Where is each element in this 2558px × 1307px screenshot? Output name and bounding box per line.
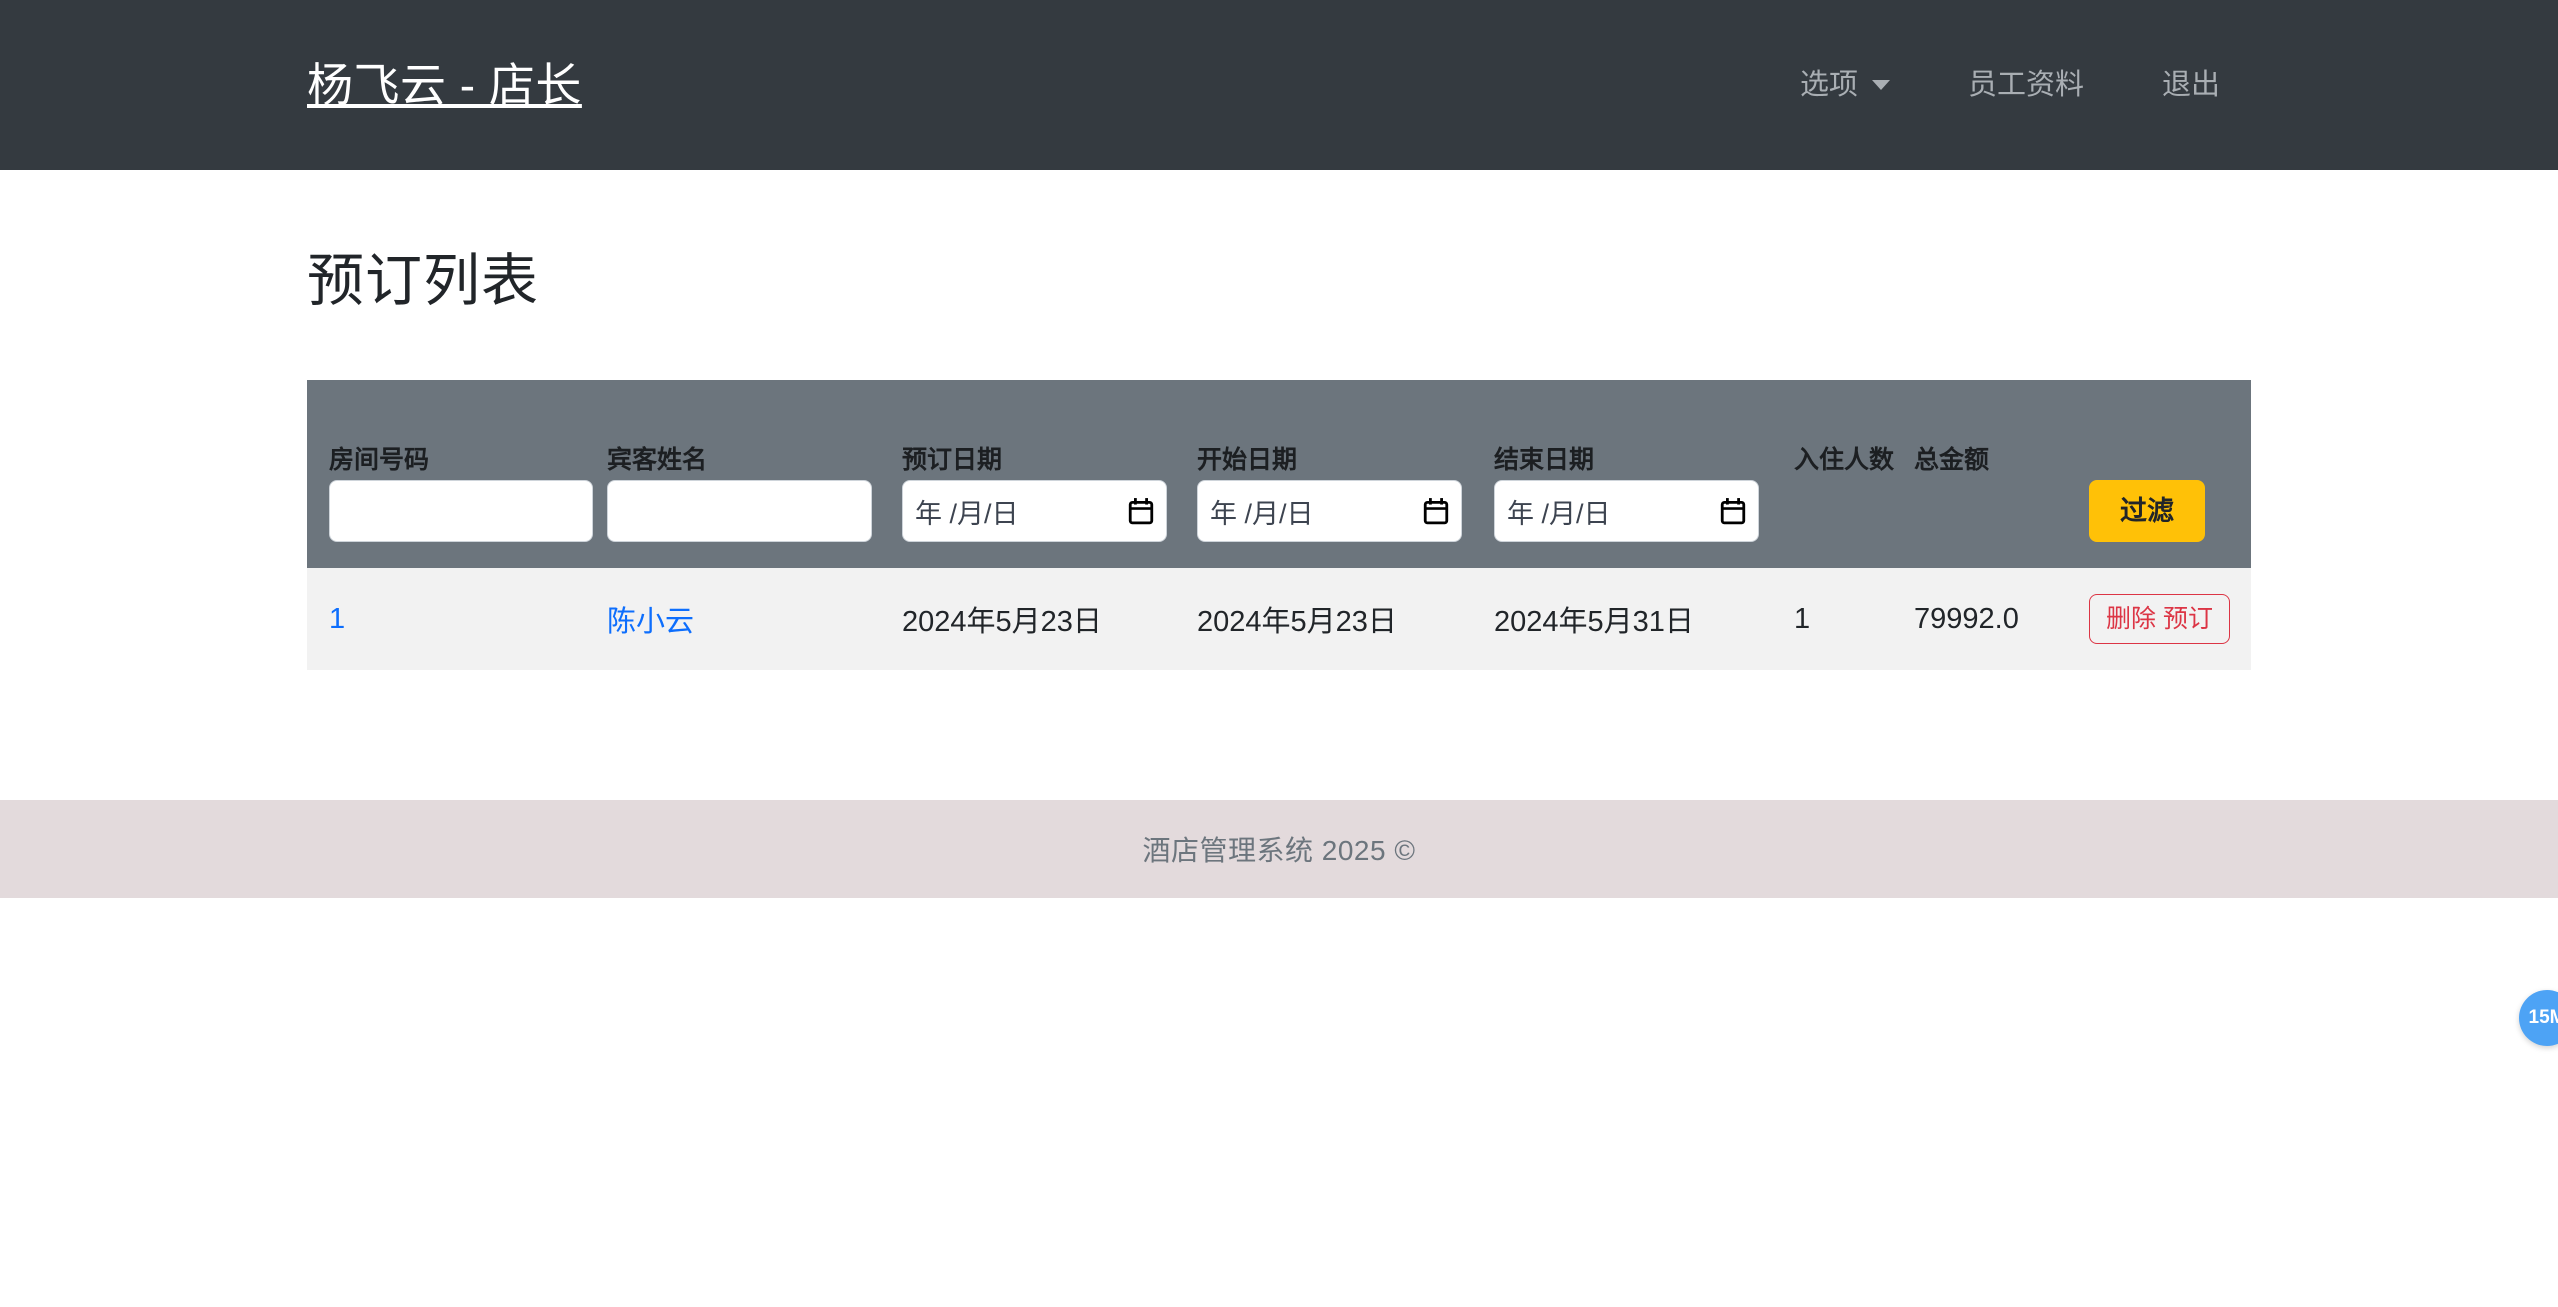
filter-cell-booked-date: 年 /月/日 — [902, 480, 1197, 569]
cell-guest-name: 陈小云 — [607, 568, 902, 670]
calendar-icon[interactable] — [1423, 497, 1449, 525]
nav-item-options[interactable]: 选项 — [1772, 68, 1918, 101]
footer-copyright: 酒店管理系统 2025 © — [1142, 835, 1416, 866]
cell-room-number: 1 — [307, 568, 607, 670]
table-row: 1 陈小云 2024年5月23日 2024年5月23日 2024年5月31日 1… — [307, 568, 2251, 671]
cell-occupancy: 1 — [1794, 602, 1811, 635]
cell-start-date: 2024年5月23日 — [1197, 606, 1397, 639]
floating-timer-badge[interactable]: 15M — [2519, 990, 2558, 1046]
nav-item-staff-profile[interactable]: 员工资料 — [1940, 70, 2112, 100]
column-header-total-amount: 总金额 — [1914, 446, 1990, 475]
column-header-guest-name: 宾客姓名 — [607, 446, 708, 475]
bookings-table-head: 房间号码 宾客姓名 预订日期 开始日期 结束日期 入住人数 总金额 年 /月/日… — [307, 380, 2251, 569]
column-header-occupancy: 入住人数 — [1794, 446, 1895, 475]
cell-end-date: 2024年5月31日 — [1494, 606, 1694, 639]
nav-item-logout[interactable]: 退出 — [2134, 70, 2248, 100]
cell-total-amount: 79992.0 — [1914, 602, 2019, 635]
page-footer: 酒店管理系统 2025 © — [0, 800, 2558, 898]
guest-name-filter-input[interactable] — [607, 480, 872, 543]
filter-cell-submit: 过滤 — [2089, 480, 2251, 569]
column-header-booked-date: 预订日期 — [902, 446, 1003, 475]
bookings-table-wrapper: 房间号码 宾客姓名 预订日期 开始日期 结束日期 入住人数 总金额 年 /月/日… — [307, 380, 2251, 671]
nav-item-options-label: 选项 — [1799, 68, 1858, 101]
cell-booked-date: 2024年5月23日 — [902, 606, 1102, 639]
navbar-links: 选项 员工资料 退出 — [1772, 68, 2558, 101]
bookings-table: 房间号码 宾客姓名 预订日期 开始日期 结束日期 入住人数 总金额 年 /月/日… — [307, 380, 2251, 671]
cell-actions: 删除 预订 — [2089, 568, 2251, 670]
page-title: 预订列表 — [307, 249, 539, 313]
calendar-icon[interactable] — [1128, 497, 1154, 525]
booked-date-filter-input[interactable]: 年 /月/日 — [902, 480, 1167, 543]
filter-cell-occupancy — [1794, 480, 1914, 569]
filter-cell-total-amount — [1914, 480, 2089, 569]
calendar-icon[interactable] — [1720, 497, 1746, 525]
filter-cell-end-date: 年 /月/日 — [1494, 480, 1794, 569]
column-header-end-date: 结束日期 — [1494, 446, 1595, 475]
guest-name-link[interactable]: 陈小云 — [607, 606, 694, 638]
booked-date-placeholder: 年 /月/日 — [915, 498, 1019, 529]
top-navbar: 杨飞云 - 店长 选项 员工资料 退出 — [0, 0, 2558, 170]
room-number-filter-input[interactable] — [329, 480, 593, 543]
start-date-filter-input[interactable]: 年 /月/日 — [1197, 480, 1462, 543]
table-filter-row: 年 /月/日 年 /月/日 年 /月/日 过滤 — [307, 480, 2251, 569]
filter-cell-start-date: 年 /月/日 — [1197, 480, 1494, 569]
navbar-brand[interactable]: 杨飞云 - 店长 — [307, 62, 582, 108]
filter-button[interactable]: 过滤 — [2089, 480, 2205, 543]
filter-cell-room — [307, 480, 607, 569]
main-container: 预订列表 房间号码 宾客姓名 预订日期 开始日期 结束日期 入住人数 总金额 年… — [0, 170, 2558, 671]
table-header-row: 房间号码 宾客姓名 预订日期 开始日期 结束日期 入住人数 总金额 — [307, 380, 2251, 481]
end-date-filter-input[interactable]: 年 /月/日 — [1494, 480, 1759, 543]
filter-cell-guest — [607, 480, 902, 569]
bookings-table-body: 1 陈小云 2024年5月23日 2024年5月23日 2024年5月31日 1… — [307, 568, 2251, 671]
column-header-start-date: 开始日期 — [1197, 446, 1298, 475]
room-number-link[interactable]: 1 — [329, 603, 345, 635]
column-header-actions — [2089, 380, 2251, 480]
chevron-down-icon — [1871, 80, 1890, 90]
end-date-placeholder: 年 /月/日 — [1507, 498, 1611, 529]
delete-booking-button[interactable]: 删除 预订 — [2089, 594, 2230, 645]
start-date-placeholder: 年 /月/日 — [1210, 498, 1314, 529]
column-header-room: 房间号码 — [329, 446, 430, 475]
